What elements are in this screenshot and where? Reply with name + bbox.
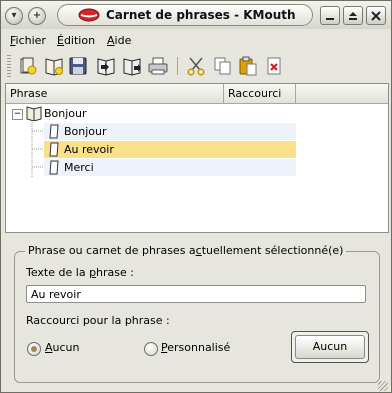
phrase-row-selected[interactable]: Au revoir (44, 141, 296, 158)
radio-selected-dot (31, 346, 37, 352)
menu-aide[interactable]: Aide (107, 34, 131, 47)
tree-row-root[interactable]: − Bonjour (6, 105, 296, 122)
toolbar (1, 51, 391, 81)
phrase-icon (49, 142, 59, 157)
shortcut-button-label: Aucun (295, 335, 365, 359)
phrase-text-label: Texte de la phrase : (26, 266, 134, 279)
close-button[interactable] (366, 6, 386, 25)
minimize-button[interactable] (320, 6, 340, 25)
phrase-label: Bonjour (64, 125, 107, 138)
new-phrasebook-button[interactable] (43, 55, 65, 77)
export-icon (123, 58, 141, 76)
toolbar-grip[interactable] (7, 55, 11, 77)
export-button[interactable] (121, 55, 143, 77)
import-icon (97, 58, 115, 76)
phrase-text-input[interactable]: Au revoir (26, 285, 366, 303)
copy-button[interactable] (211, 55, 233, 77)
radio-none-label[interactable]: Aucun (45, 341, 80, 354)
shortcut-label: Raccourci pour la phrase : (26, 314, 170, 327)
print-icon (148, 57, 168, 75)
cut-icon (187, 57, 205, 76)
paste-icon (239, 56, 257, 76)
radio-custom[interactable] (144, 342, 158, 356)
sticky-button[interactable]: + (28, 7, 46, 25)
column-header-shortcut[interactable]: Raccourci (224, 84, 296, 103)
radio-none[interactable] (27, 342, 41, 356)
resize-grip[interactable] (378, 381, 388, 391)
save-icon (69, 57, 87, 75)
shortcut-button[interactable]: Aucun (291, 331, 369, 363)
close-icon (371, 10, 381, 21)
minimize-icon (326, 17, 334, 20)
menu-fichier[interactable]: Fichier (10, 34, 46, 47)
new-phrase-button[interactable] (17, 55, 39, 77)
copy-icon (214, 57, 231, 75)
title-pill: Carnet de phrases - KMouth (57, 4, 313, 26)
window-menu-button[interactable]: ▾ (5, 7, 23, 25)
current-phrase-group: Phrase ou carnet de phrases actuellement… (14, 244, 380, 383)
save-button[interactable] (67, 55, 89, 77)
list-header: Phrase Raccourci (6, 84, 388, 104)
maximize-button[interactable] (343, 6, 363, 25)
tree-item-label: Bonjour (44, 107, 87, 120)
print-button[interactable] (147, 55, 169, 77)
paste-button[interactable] (237, 55, 259, 77)
cut-button[interactable] (185, 55, 207, 77)
phrase-list[interactable]: Phrase Raccourci − Bonjour Bonjour Au re… (5, 83, 389, 233)
kmouth-mouth-icon (78, 8, 100, 22)
delete-button[interactable] (263, 55, 285, 77)
chevron-down-icon: ▾ (11, 10, 17, 21)
phrase-icon (49, 124, 59, 139)
column-header-phrase[interactable]: Phrase (6, 84, 224, 103)
phrase-row[interactable]: Bonjour (44, 123, 296, 140)
new-phrasebook-icon (45, 58, 63, 76)
delete-icon (267, 57, 281, 75)
title-bar[interactable]: ▾ + Carnet de phrases - KMouth (1, 1, 391, 29)
radio-custom-label[interactable]: Personnalisé (161, 341, 230, 354)
phrase-icon (49, 160, 59, 175)
menu-bar: Fichier Édition Aide (1, 29, 391, 51)
plus-icon: + (32, 10, 42, 21)
phrase-label: Au revoir (64, 143, 114, 156)
menu-edition[interactable]: Édition (57, 34, 95, 47)
new-phrase-icon (20, 57, 37, 75)
maximize-icon (349, 11, 357, 20)
phrase-label: Merci (64, 161, 94, 174)
phrase-row[interactable]: Merci (44, 159, 296, 176)
phrasebook-icon (26, 106, 42, 121)
window-title: Carnet de phrases - KMouth (106, 8, 296, 22)
group-title: Phrase ou carnet de phrases actuellement… (25, 244, 347, 257)
import-button[interactable] (95, 55, 117, 77)
toolbar-separator (177, 57, 178, 75)
collapse-toggle[interactable]: − (12, 109, 23, 120)
main-window: ▾ + Carnet de phrases - KMouth Fichier É… (0, 0, 392, 393)
